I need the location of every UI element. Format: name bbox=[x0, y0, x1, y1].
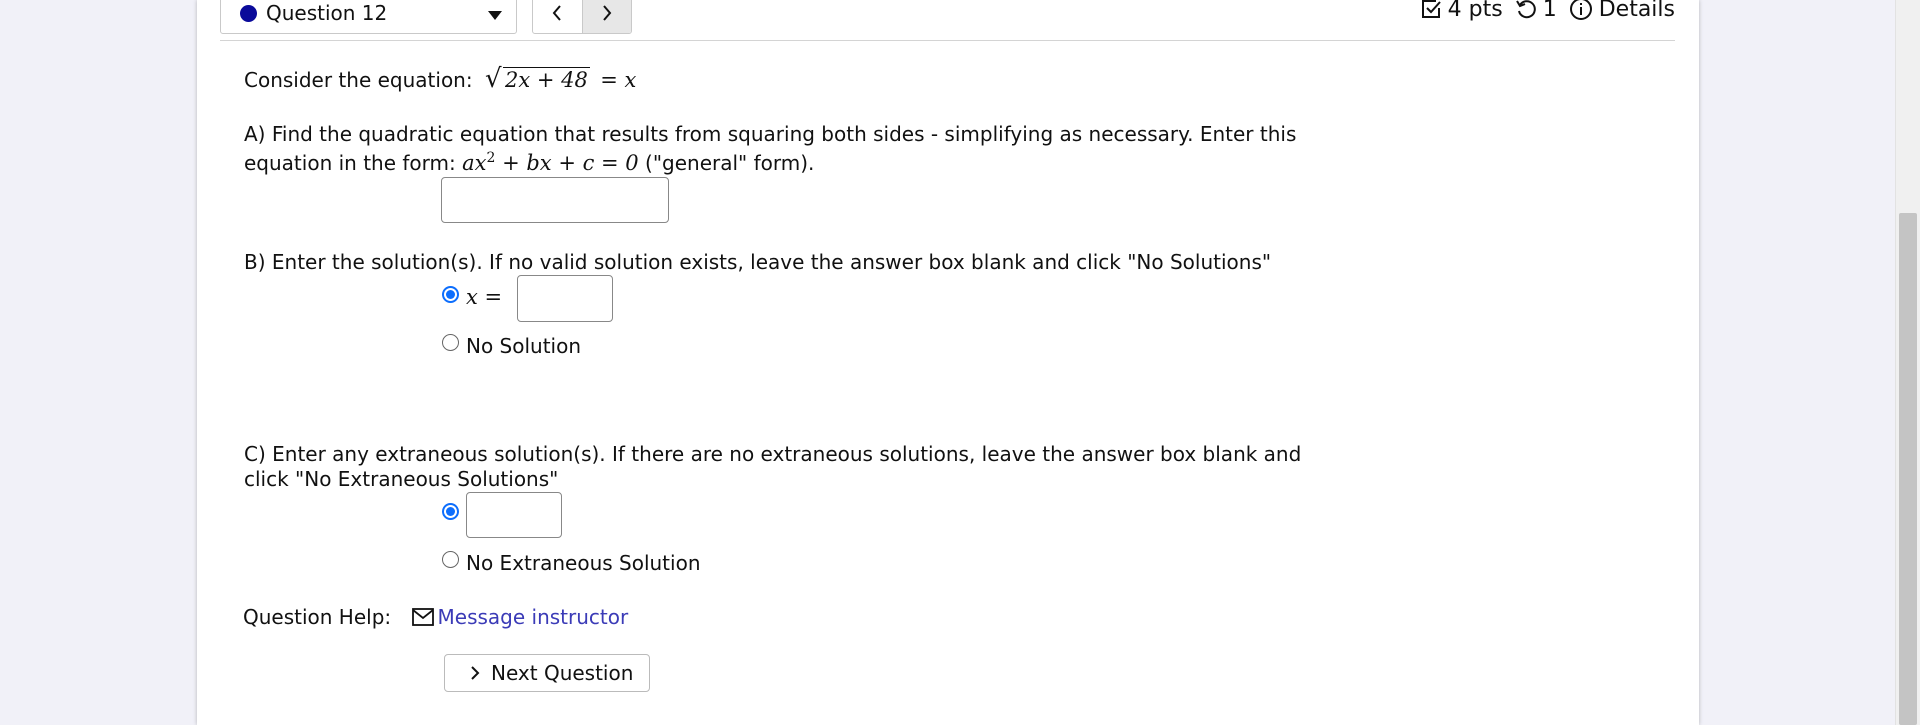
checkbox-check-icon bbox=[1421, 0, 1441, 18]
radical-sign: √ bbox=[484, 64, 502, 94]
partB-x-equals: x = bbox=[466, 285, 503, 309]
help-label: Question Help: bbox=[243, 605, 392, 629]
partA-prefix: equation in the form: bbox=[244, 151, 456, 175]
points-info: 4 pts bbox=[1420, 0, 1503, 22]
header-divider bbox=[220, 40, 1675, 41]
equation-rhs: = x bbox=[600, 68, 637, 92]
equation-radicand: 2x + 48 bbox=[502, 67, 590, 92]
equation-line: Consider the equation: √ 2x + 48 = x bbox=[244, 64, 637, 94]
partA-answer-input[interactable] bbox=[441, 177, 669, 223]
partC-no-extraneous-radio[interactable] bbox=[442, 551, 459, 568]
chevron-right-icon bbox=[603, 5, 612, 21]
partB-answer-input[interactable] bbox=[517, 275, 613, 322]
question-selector-label: Question 12 bbox=[266, 1, 388, 25]
partB-solution-radio[interactable] bbox=[442, 286, 459, 303]
details-button[interactable]: Details bbox=[1569, 0, 1675, 22]
chevron-left-icon bbox=[553, 5, 562, 21]
form-rest: + bx + c = 0 bbox=[502, 151, 639, 175]
page-scrollbar[interactable] bbox=[1895, 0, 1920, 725]
next-question-button[interactable]: Next Question bbox=[444, 654, 650, 692]
partA-suffix: ("general" form). bbox=[645, 151, 815, 175]
form-exponent: 2 bbox=[486, 150, 496, 166]
info-icon bbox=[1569, 0, 1592, 20]
next-question-label: Next Question bbox=[491, 661, 634, 685]
retry-icon bbox=[1515, 0, 1536, 19]
next-question-arrow-button[interactable] bbox=[581, 0, 631, 33]
question-help: Question Help: Message instructor bbox=[243, 605, 628, 629]
attempts-info: 1 bbox=[1515, 0, 1557, 22]
partC-line2: click "No Extraneous Solutions" bbox=[244, 467, 559, 491]
intro-text: Consider the equation: bbox=[244, 68, 473, 92]
equation-sqrt: √ 2x + 48 bbox=[485, 64, 590, 94]
partC-answer-input[interactable] bbox=[466, 492, 562, 538]
scrollbar-thumb[interactable] bbox=[1899, 213, 1917, 725]
partC-no-extraneous-label: No Extraneous Solution bbox=[466, 551, 701, 575]
question-nav bbox=[532, 0, 632, 34]
general-form-math: ax2 + bx + c = 0 bbox=[462, 150, 639, 175]
message-instructor-link[interactable]: Message instructor bbox=[411, 605, 629, 629]
caret-down-icon bbox=[488, 11, 502, 20]
form-term-ax: ax bbox=[462, 151, 487, 175]
mail-icon bbox=[411, 608, 434, 626]
message-instructor-label: Message instructor bbox=[437, 605, 629, 629]
points-text: 4 pts bbox=[1447, 0, 1503, 22]
chevron-right-icon bbox=[471, 666, 480, 680]
question-selector[interactable]: Question 12 bbox=[220, 0, 517, 34]
partA-line1: A) Find the quadratic equation that resu… bbox=[244, 122, 1297, 146]
partB-no-solution-label: No Solution bbox=[466, 334, 582, 358]
partB-prompt: B) Enter the solution(s). If no valid so… bbox=[244, 250, 1272, 274]
question-meta: 4 pts 1 Details bbox=[1408, 0, 1675, 26]
partC-line1: C) Enter any extraneous solution(s). If … bbox=[244, 442, 1302, 466]
partC-solution-radio[interactable] bbox=[442, 503, 459, 520]
attempts-text: 1 bbox=[1542, 0, 1557, 22]
question-status-dot bbox=[240, 4, 257, 22]
details-label: Details bbox=[1598, 0, 1675, 22]
previous-question-button[interactable] bbox=[533, 0, 582, 33]
partA-line2: equation in the form: ax2 + bx + c = 0 (… bbox=[244, 150, 814, 175]
partB-no-solution-radio[interactable] bbox=[442, 334, 459, 351]
question-card: Question 12 4 pts 1 Details Consider the… bbox=[197, 0, 1699, 725]
